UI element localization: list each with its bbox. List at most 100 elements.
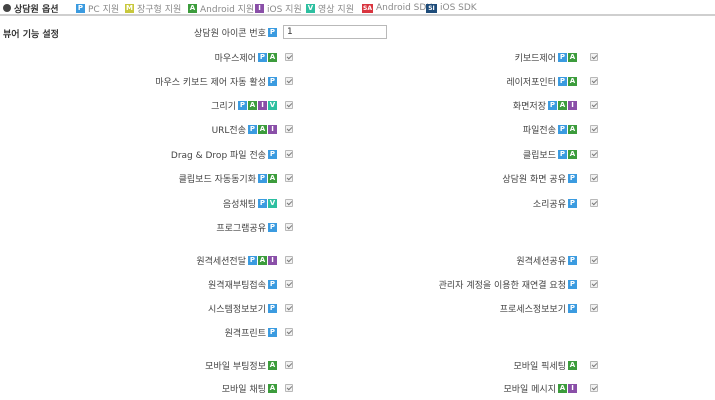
legend-label: 장구형 지원 [137,4,182,15]
right-option-checkbox[interactable] [590,199,598,207]
right-option-checkbox[interactable] [590,304,598,312]
pc-badge-icon: P [268,279,277,289]
pc-badge-icon: P [558,124,567,134]
option-label: URL전송 [211,125,246,136]
option-label: 상담원 화면 공유 [502,174,566,185]
right-option-checkbox[interactable] [590,125,598,133]
left-option-label-row: 모바일 채팅 A [221,382,278,395]
legend-android-sdk: SA Android SDK [362,2,432,14]
legend-label: iOS 지원 [267,4,302,15]
option-label: 키보드제어 [514,53,556,64]
option-label: 원격프린트 [224,328,266,339]
right-option-checkbox[interactable] [590,384,598,392]
option-label: 화면저장 [512,101,546,112]
option-label: 모바일 채팅 [221,384,266,395]
left-option-checkbox[interactable] [285,384,293,392]
left-option-label-row: 음성채팅 P V [223,197,278,210]
ios-badge-icon: I [258,100,267,110]
option-label: 모바일 픽세팅 [513,361,566,372]
pc-badge-icon: P [268,222,277,232]
pc-badge-icon: P [568,303,577,313]
android-badge-icon: A [258,124,267,134]
android-badge-icon: A [268,52,277,62]
ios-badge-icon: I [268,124,277,134]
right-option-label-row: 상담원 화면 공유 P [502,172,578,185]
android-badge-icon: A [558,100,567,110]
icon-number-input[interactable] [283,25,387,39]
left-option-checkbox[interactable] [285,304,293,312]
left-option-checkbox[interactable] [285,125,293,133]
right-option-checkbox[interactable] [590,361,598,369]
left-option-label-row: URL전송 P A I [211,123,278,136]
options-title-text: 상담원 옵션 [14,4,59,15]
pc-badge-icon: P [248,255,257,265]
right-option-checkbox[interactable] [590,53,598,61]
right-option-checkbox[interactable] [590,101,598,109]
option-label: 관리자 계정을 이용한 재연결 요청 [438,280,566,291]
android-badge-icon: A [568,124,577,134]
right-option-label-row: 파일전송 P A [522,123,578,136]
right-option-label-row: 소리공유 P [532,197,578,210]
right-option-checkbox[interactable] [590,77,598,85]
option-label: 원격재부팅접속 [208,280,266,291]
pc-badge-icon: P [258,173,267,183]
pc-badge-icon: P [568,255,577,265]
left-option-checkbox[interactable] [285,361,293,369]
legend-mobile: M 장구형 지원 [125,2,182,15]
option-label: 소리공유 [532,199,566,210]
right-option-checkbox[interactable] [590,256,598,264]
left-option-label-row: 원격재부팅접속 P [208,278,278,291]
left-option-checkbox[interactable] [285,328,293,336]
option-label: Drag & Drop 파일 전송 [170,150,266,161]
left-option-checkbox[interactable] [285,223,293,231]
left-option-checkbox[interactable] [285,150,293,158]
option-label: 마우스제어 [214,53,256,64]
legend-label: PC 지원 [88,4,120,15]
left-option-checkbox[interactable] [285,174,293,182]
option-label: 레이저포인터 [506,77,556,88]
left-option-label-row: 원격프린트 P [224,326,278,339]
option-label: 원격세션전달 [196,256,246,267]
left-option-checkbox[interactable] [285,280,293,288]
right-option-label-row: 모바일 픽세팅 A [513,359,578,372]
left-option-label-row: 모바일 부팅정보 A [205,359,278,372]
left-option-checkbox[interactable] [285,53,293,61]
android-badge-icon: A [248,100,257,110]
android-badge-icon: A [568,52,577,62]
left-option-label-row: 클립보드 자동동기화 P A [179,172,278,185]
section-title: 뷰어 기능 설정 [3,30,59,40]
android-sdk-badge-icon: SA [362,3,373,13]
pc-badge-icon: P [258,198,267,208]
pc-badge-icon: P [558,76,567,86]
right-option-label-row: 프로세스정보보기 P [500,302,578,315]
left-option-checkbox[interactable] [285,256,293,264]
options-title: 상담원 옵션 [3,2,59,15]
legend-ios-sdk: SI iOS SDK [426,2,477,14]
left-option-label-row: 그리기 P A I V [211,99,278,112]
right-option-checkbox[interactable] [590,174,598,182]
ios-badge-icon: I [568,383,577,393]
android-badge-icon: A [568,360,577,370]
pc-badge-icon: P [268,149,277,159]
left-option-checkbox[interactable] [285,101,293,109]
option-label: 모바일 부팅정보 [205,361,266,372]
left-option-label-row: 시스템정보보기 P [208,302,278,315]
ios-badge-icon: I [268,255,277,265]
left-option-label-row: Drag & Drop 파일 전송 P [170,148,278,161]
legend-pc: P PC 지원 [76,2,120,15]
pc-badge-icon: P [238,100,247,110]
option-label: 클립보드 [522,150,556,161]
right-option-label-row: 화면저장 P A I [512,99,578,112]
right-option-checkbox[interactable] [590,280,598,288]
left-option-checkbox[interactable] [285,77,293,85]
right-option-checkbox[interactable] [590,150,598,158]
option-label: 그리기 [211,101,236,112]
left-option-checkbox[interactable] [285,199,293,207]
option-label: 시스템정보보기 [208,304,266,315]
pc-badge-icon: P [76,3,85,13]
option-label: 원격세션공유 [516,256,566,267]
option-label: 파일전송 [522,125,556,136]
android-badge-icon: A [568,149,577,159]
right-option-label-row: 레이저포인터 P A [506,75,578,88]
legend-label: 영상 지원 [318,4,354,15]
